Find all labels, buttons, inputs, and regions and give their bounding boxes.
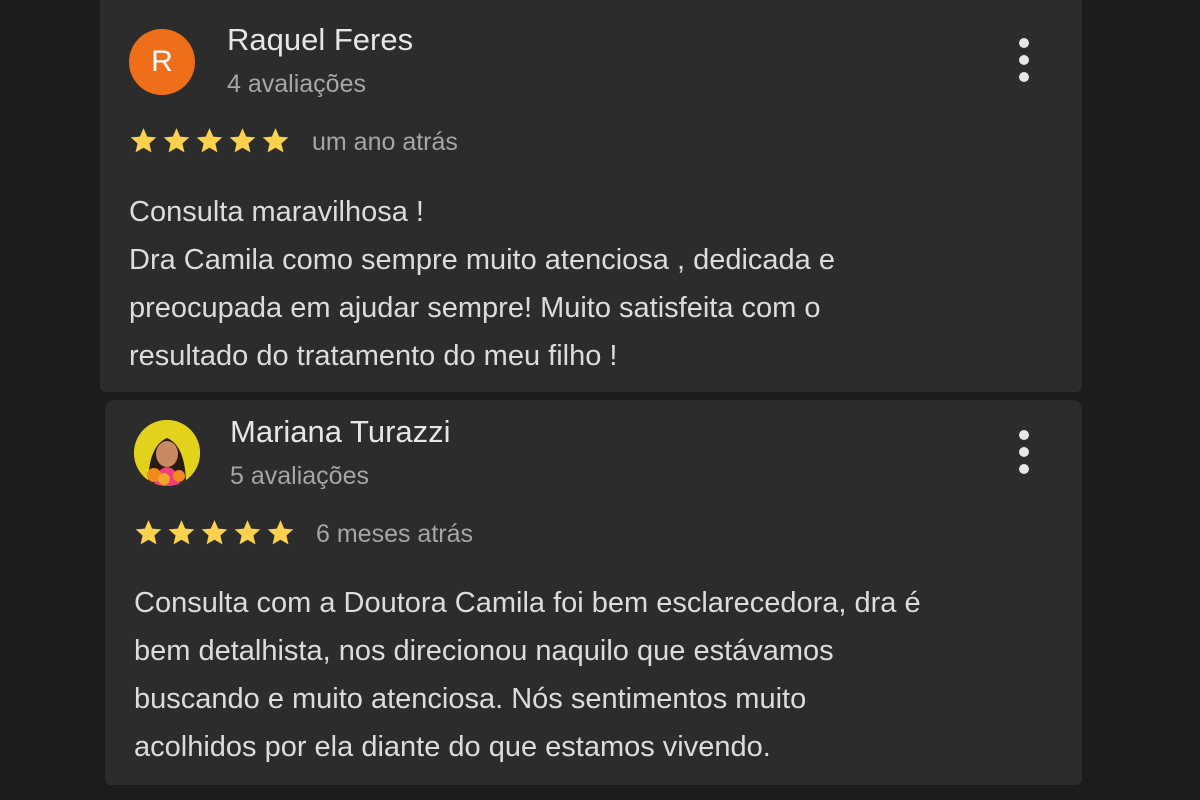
profile-photo	[134, 420, 200, 486]
star-icon	[262, 128, 289, 153]
avatar-initial: R	[151, 45, 173, 78]
avatar[interactable]	[134, 420, 200, 486]
star-icon	[267, 520, 294, 545]
star-rating	[129, 126, 290, 155]
star-icon	[130, 128, 157, 153]
review-text-line: acolhidos por ela diante do que estamos …	[134, 731, 771, 763]
star-icon	[196, 128, 223, 153]
star-icon	[135, 520, 162, 545]
reviewer-review-count[interactable]: 4 avaliações	[227, 70, 366, 99]
star-icon	[168, 520, 195, 545]
more-vert-icon[interactable]	[1004, 34, 1044, 86]
review-text-line: Dra Camila como sempre muito atenciosa ,…	[129, 244, 835, 276]
review-date: um ano atrás	[312, 128, 458, 156]
star-icon	[234, 520, 261, 545]
star-rating	[134, 518, 295, 547]
more-vert-icon[interactable]	[1004, 426, 1044, 478]
reviewer-name[interactable]: Raquel Feres	[227, 22, 413, 58]
review-text-line: preocupada em ajudar sempre! Muito satis…	[129, 292, 821, 324]
reviewer-review-count[interactable]: 5 avaliações	[230, 462, 369, 491]
avatar[interactable]: R	[129, 29, 195, 95]
reviewer-name[interactable]: Mariana Turazzi	[230, 414, 451, 450]
star-icon	[229, 128, 256, 153]
review-text-line: resultado do tratamento do meu filho !	[129, 340, 618, 372]
star-icon	[163, 128, 190, 153]
review-text-line: Consulta com a Doutora Camila foi bem es…	[134, 587, 921, 619]
review-text-line: buscando e muito atenciosa. Nós sentimen…	[134, 683, 807, 715]
review-text: Consulta com a Doutora Camila foi bem es…	[134, 579, 921, 771]
review-text: Consulta maravilhosa ! Dra Camila como s…	[129, 188, 835, 380]
star-icon	[201, 520, 228, 545]
review-text-line: Consulta maravilhosa !	[129, 196, 424, 228]
review-text-line: bem detalhista, nos direcionou naquilo q…	[134, 635, 834, 667]
review-date: 6 meses atrás	[316, 520, 474, 548]
